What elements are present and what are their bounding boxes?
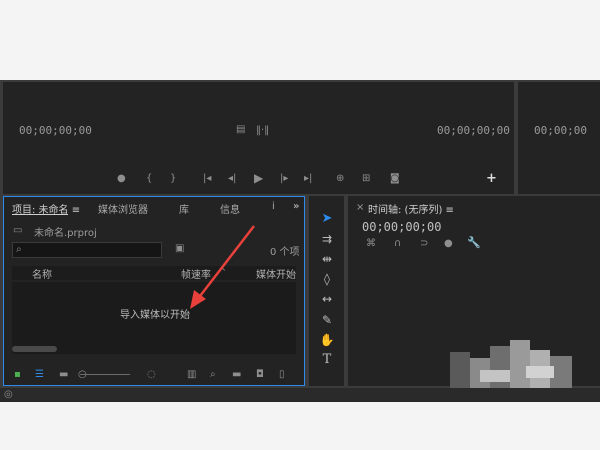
annotation-arrow: [190, 225, 255, 309]
annotation-arrow-shaft: [196, 225, 255, 301]
